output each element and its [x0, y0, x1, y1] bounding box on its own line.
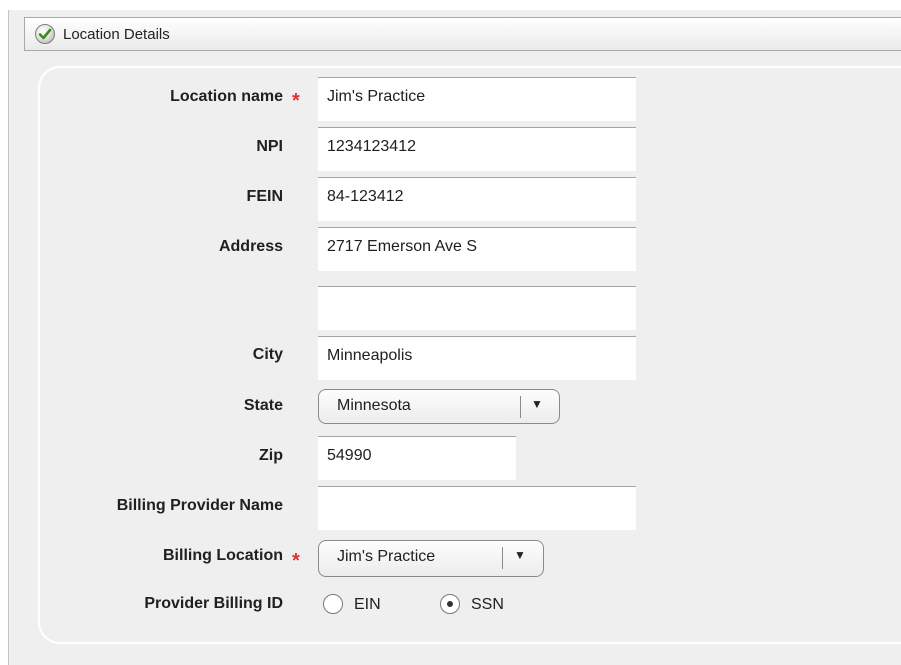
address-input[interactable]: 2717 Emerson Ave S — [318, 227, 636, 271]
provider-billing-id-label: Provider Billing ID — [144, 595, 283, 612]
select-divider — [502, 547, 503, 569]
zip-label: Zip — [259, 447, 283, 464]
chevron-down-icon[interactable]: ▼ — [531, 397, 543, 411]
check-icon — [35, 24, 55, 44]
city-label: City — [252, 346, 283, 363]
required-marker: * — [292, 550, 300, 572]
npi-input[interactable]: 1234123412 — [318, 127, 636, 171]
location-name-input[interactable]: Jim's Practice — [318, 77, 636, 121]
radio-selected-dot — [447, 601, 453, 607]
section-header[interactable]: Location Details — [24, 17, 901, 51]
city-input[interactable]: Minneapolis — [318, 336, 636, 380]
required-marker: * — [292, 90, 300, 112]
state-select[interactable]: Minnesota ▼ — [318, 389, 560, 424]
billing-location-label: Billing Location — [163, 547, 283, 564]
state-selected-value: Minnesota — [337, 397, 411, 414]
ssn-radio-label[interactable]: SSN — [471, 596, 504, 614]
location-name-label: Location name — [170, 88, 283, 105]
ein-radio[interactable] — [323, 594, 343, 614]
fein-input[interactable]: 84-123412 — [318, 177, 636, 221]
zip-input[interactable]: 54990 — [318, 436, 516, 480]
billing-location-selected-value: Jim's Practice — [337, 548, 436, 565]
fein-label: FEIN — [246, 188, 283, 205]
select-divider — [520, 396, 521, 418]
billing-location-select[interactable]: Jim's Practice ▼ — [318, 540, 544, 577]
address-line2-input[interactable] — [318, 286, 636, 330]
ssn-radio[interactable] — [440, 594, 460, 614]
chevron-down-icon[interactable]: ▼ — [514, 548, 526, 562]
state-label: State — [243, 397, 283, 414]
section-title: Location Details — [63, 26, 170, 43]
npi-label: NPI — [256, 138, 283, 155]
ein-radio-label[interactable]: EIN — [354, 596, 381, 614]
address-label: Address — [218, 238, 283, 255]
billing-provider-name-input[interactable] — [318, 486, 636, 530]
billing-provider-name-label: Billing Provider Name — [116, 497, 283, 514]
